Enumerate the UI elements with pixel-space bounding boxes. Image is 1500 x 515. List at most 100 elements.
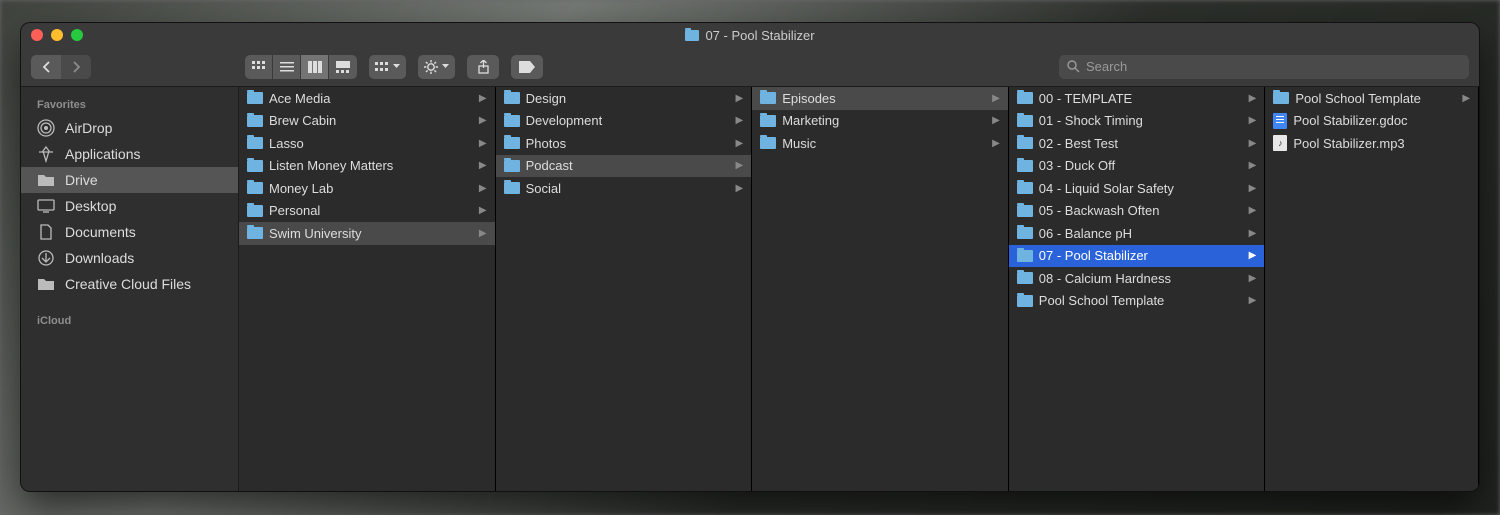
back-button[interactable] [31, 55, 61, 79]
sidebar-item-documents[interactable]: Documents [21, 219, 238, 245]
gallery-view-button[interactable] [329, 55, 357, 79]
list-item[interactable]: 00 - TEMPLATE▶ [1009, 87, 1265, 110]
list-item[interactable]: Swim University▶ [239, 222, 495, 245]
column-1[interactable]: Design▶Development▶Photos▶Podcast▶Social… [496, 87, 753, 491]
sidebar-item-drive[interactable]: Drive [21, 167, 238, 193]
chevron-right-icon: ▶ [992, 138, 1000, 149]
window-title: 07 - Pool Stabilizer [685, 28, 814, 43]
list-item[interactable]: Design ▶ [496, 87, 752, 110]
list-item[interactable]: 06 - Balance pH▶ [1009, 222, 1265, 245]
item-label: Development [526, 113, 730, 128]
list-item[interactable]: Episodes▶ [752, 87, 1008, 110]
chevron-right-icon: ▶ [735, 93, 743, 104]
apps-icon [37, 147, 55, 161]
sidebar-item-label: Applications [65, 146, 141, 162]
chevron-right-icon: ▶ [1249, 138, 1257, 149]
list-item[interactable]: 03 - Duck Off▶ [1009, 155, 1265, 178]
share-button[interactable] [467, 55, 499, 79]
list-item[interactable]: Photos▶ [496, 132, 752, 155]
sidebar-section-header: iCloud [21, 311, 238, 331]
list-item[interactable]: Brew Cabin▶ [239, 110, 495, 133]
list-item[interactable]: 01 - Shock Timing▶ [1009, 110, 1265, 133]
list-item[interactable]: Lasso▶ [239, 132, 495, 155]
sidebar-item-airdrop[interactable]: AirDrop [21, 115, 238, 141]
list-view-button[interactable] [273, 55, 301, 79]
forward-button[interactable] [61, 55, 91, 79]
toolbar [21, 47, 1479, 87]
list-item[interactable]: 04 - Liquid Solar Safety ▶ [1009, 177, 1265, 200]
item-label: Social [526, 181, 730, 196]
list-item[interactable]: 02 - Best Test▶ [1009, 132, 1265, 155]
item-label: 08 - Calcium Hardness [1039, 271, 1243, 286]
sidebar-item-creative-cloud-files[interactable]: Creative Cloud Files [21, 271, 238, 297]
list-item[interactable]: Marketing▶ [752, 110, 1008, 133]
column-2[interactable]: Episodes▶Marketing▶ Music ▶ [752, 87, 1009, 491]
chevron-right-icon: ▶ [479, 228, 487, 239]
list-item[interactable]: Listen Money Matters▶ [239, 155, 495, 178]
list-item[interactable]: Personal ▶ [239, 200, 495, 223]
item-label: Music [782, 136, 986, 151]
search-field[interactable] [1059, 55, 1469, 79]
list-item[interactable]: Social ▶ [496, 177, 752, 200]
titlebar[interactable]: 07 - Pool Stabilizer [21, 23, 1479, 47]
column-4[interactable]: Pool School Template▶ Pool Stabilizer.gdo… [1265, 87, 1479, 491]
docs-icon [37, 225, 55, 239]
sidebar-item-applications[interactable]: Applications [21, 141, 238, 167]
chevron-right-icon: ▶ [1249, 228, 1257, 239]
share-icon [477, 60, 490, 74]
group-by-button[interactable] [369, 55, 406, 79]
tags-button[interactable] [511, 55, 543, 79]
sidebar-item-desktop[interactable]: Desktop [21, 193, 238, 219]
list-item[interactable]: 07 - Pool Stabilizer▶ [1009, 245, 1265, 268]
item-label: Pool Stabilizer.gdoc [1293, 113, 1470, 128]
gdoc-icon [1273, 113, 1287, 129]
window-body: FavoritesAirDropApplicationsDriveDesktop… [21, 87, 1479, 491]
action-button[interactable] [418, 55, 455, 79]
sidebar: FavoritesAirDropApplicationsDriveDesktop… [21, 87, 239, 491]
icon-view-button[interactable] [245, 55, 273, 79]
list-item[interactable]: Pool Stabilizer.mp3 [1265, 132, 1478, 155]
list-item[interactable]: Money Lab▶ [239, 177, 495, 200]
item-label: Marketing [782, 113, 986, 128]
list-item[interactable]: Music ▶ [752, 132, 1008, 155]
column-view-button[interactable] [301, 55, 329, 79]
close-icon[interactable] [31, 29, 43, 41]
chevron-right-icon: ▶ [479, 205, 487, 216]
chevron-right-icon: ▶ [1249, 115, 1257, 126]
list-item[interactable]: Pool Stabilizer.gdoc [1265, 110, 1478, 133]
item-label: Design [526, 91, 730, 106]
item-label: Personal [269, 203, 473, 218]
item-label: Listen Money Matters [269, 158, 473, 173]
chevron-right-icon: ▶ [1249, 93, 1257, 104]
list-item[interactable]: Podcast▶ [496, 155, 752, 178]
list-item[interactable]: 05 - Backwash Often▶ [1009, 200, 1265, 223]
folder-icon [1017, 115, 1033, 127]
chevron-right-icon: ▶ [735, 115, 743, 126]
chevron-right-icon: ▶ [1249, 183, 1257, 194]
sidebar-item-downloads[interactable]: Downloads [21, 245, 238, 271]
chevron-right-icon: ▶ [735, 183, 743, 194]
maximize-icon[interactable] [71, 29, 83, 41]
column-3[interactable]: 00 - TEMPLATE▶01 - Shock Timing▶02 - Bes… [1009, 87, 1266, 491]
item-label: Pool Stabilizer.mp3 [1293, 136, 1470, 151]
list-item[interactable]: Ace Media▶ [239, 87, 495, 110]
chevron-right-icon: ▶ [735, 160, 743, 171]
list-item[interactable]: Pool School Template▶ [1009, 290, 1265, 313]
tag-icon [519, 61, 535, 73]
folder-icon [760, 115, 776, 127]
item-label: 04 - Liquid Solar Safety [1039, 181, 1243, 196]
list-item[interactable]: Pool School Template▶ [1265, 87, 1478, 110]
folder-icon [1017, 92, 1033, 104]
traffic-lights [31, 29, 83, 41]
item-label: Ace Media [269, 91, 473, 106]
search-input[interactable] [1086, 59, 1461, 74]
chevron-down-icon [442, 64, 449, 69]
folder-icon [247, 92, 263, 104]
list-item[interactable]: 08 - Calcium Hardness▶ [1009, 267, 1265, 290]
chevron-right-icon: ▶ [479, 183, 487, 194]
minimize-icon[interactable] [51, 29, 63, 41]
sidebar-item-label: Desktop [65, 198, 116, 214]
list-item[interactable]: Development ▶ [496, 110, 752, 133]
column-0[interactable]: Ace Media▶Brew Cabin▶Lasso▶Listen Money … [239, 87, 496, 491]
item-label: Brew Cabin [269, 113, 473, 128]
